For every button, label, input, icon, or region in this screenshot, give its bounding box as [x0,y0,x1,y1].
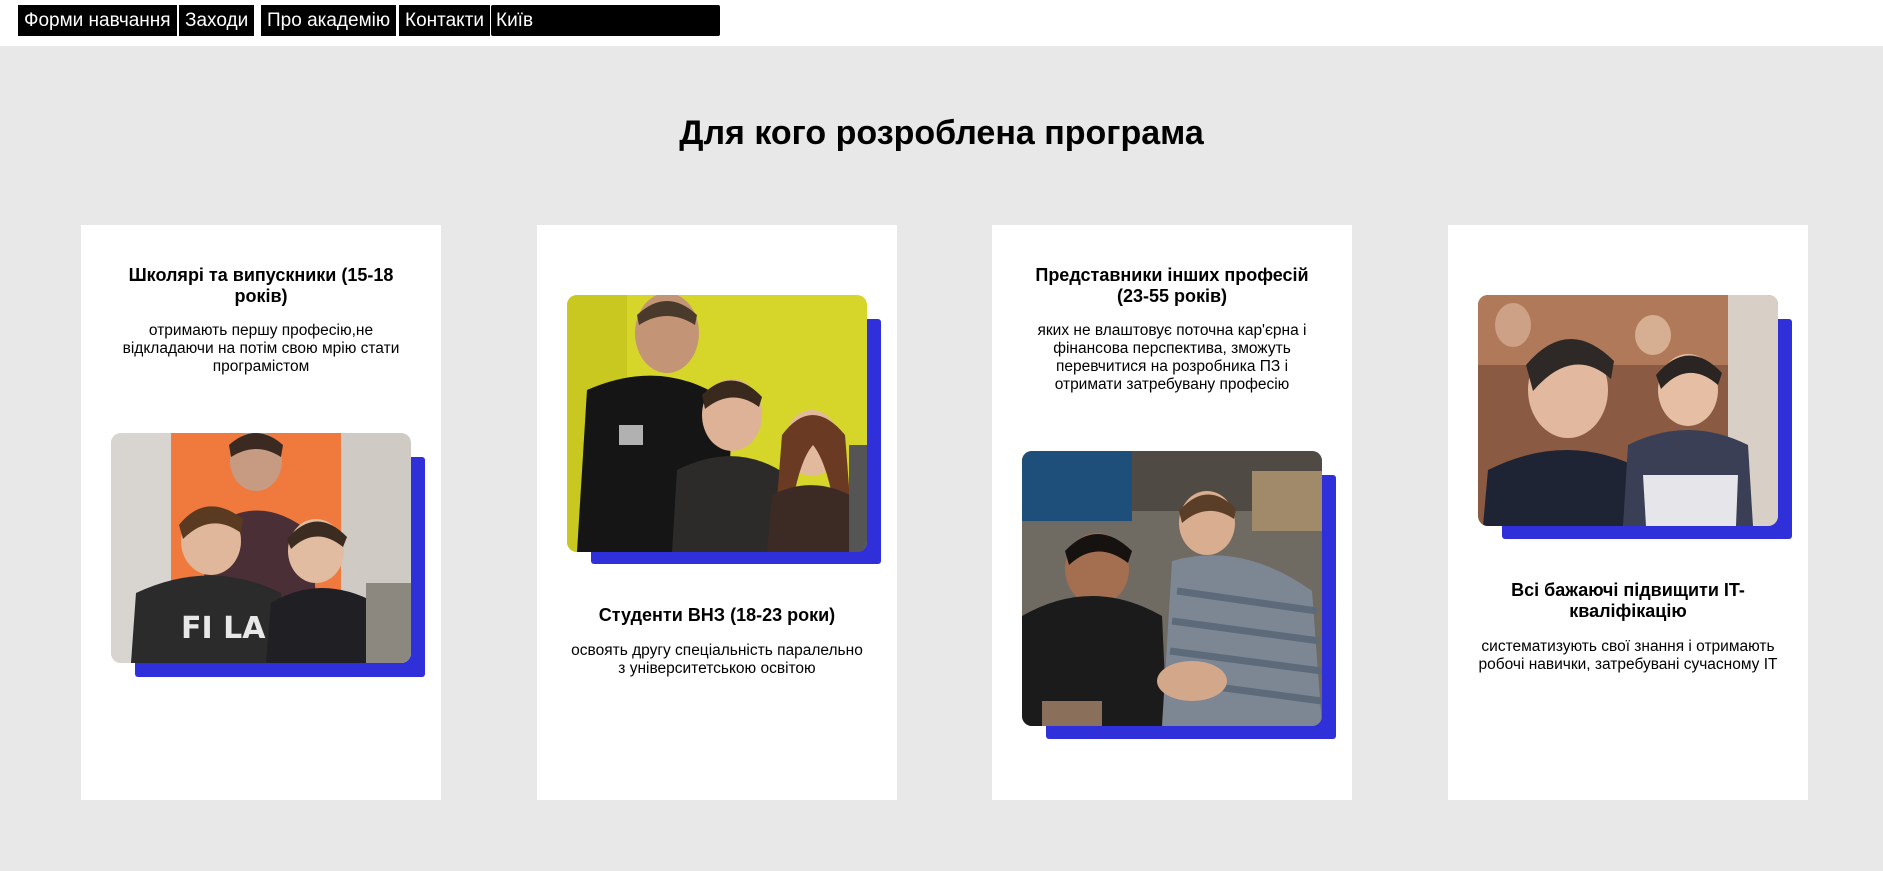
card-photo [567,295,881,565]
audience-card-students: Студенти ВНЗ (18-23 роки) освоять другу … [537,225,897,800]
section-title: Для кого розроблена програма [679,114,1204,152]
card-title: Студенти ВНЗ (18-23 роки) [598,605,836,625]
svg-text:FI LA: FI LA [181,611,266,646]
photo-illustration [1022,451,1322,726]
card-photo [1022,451,1336,747]
photo-group-yellow-wall [567,295,867,552]
photo-teens-at-computer: FI LA [111,433,411,663]
audience-card-upskilling: Всі бажаючі підвищити IT-кваліфікацію си… [1448,225,1808,800]
photo-illustration [1478,295,1778,526]
photo-two-men-on-floor [1022,451,1322,726]
card-description: освоять другу спеціальність паралельно з… [571,642,863,677]
audience-card-schoolers: Школярі та випускники (15-18 років) отри… [81,225,441,800]
nav-item-contacts[interactable]: Контакти [399,5,491,36]
card-description: систематизують свої знання і отримають р… [1478,638,1778,673]
card-description: яких не влаштовує поточна кар'єрна і фін… [1037,322,1307,393]
photo-illustration [567,295,867,552]
card-title: Представники інших професій (23-55 років… [1035,265,1309,306]
audience-card-other-professions: Представники інших професій (23-55 років… [992,225,1352,800]
photo-illustration: FI LA [111,433,411,663]
nav-item-study-forms[interactable]: Форми навчання [18,5,177,36]
nav-item-about[interactable]: Про академію [261,5,397,36]
card-description: отримають першу професію,не відкладаючи … [122,322,400,375]
nav-item-events[interactable]: Заходи [179,5,255,36]
top-navigation: Форми навчання Заходи Про академію Конта… [0,0,1883,46]
card-photo [1478,295,1792,540]
photo-audience-listening [1478,295,1778,526]
card-title: Всі бажаючі підвищити IT-кваліфікацію [1511,580,1745,621]
card-title: Школярі та випускники (15-18 років) [128,265,394,306]
card-photo: FI LA [111,433,425,687]
city-select[interactable]: Київ [491,5,720,36]
